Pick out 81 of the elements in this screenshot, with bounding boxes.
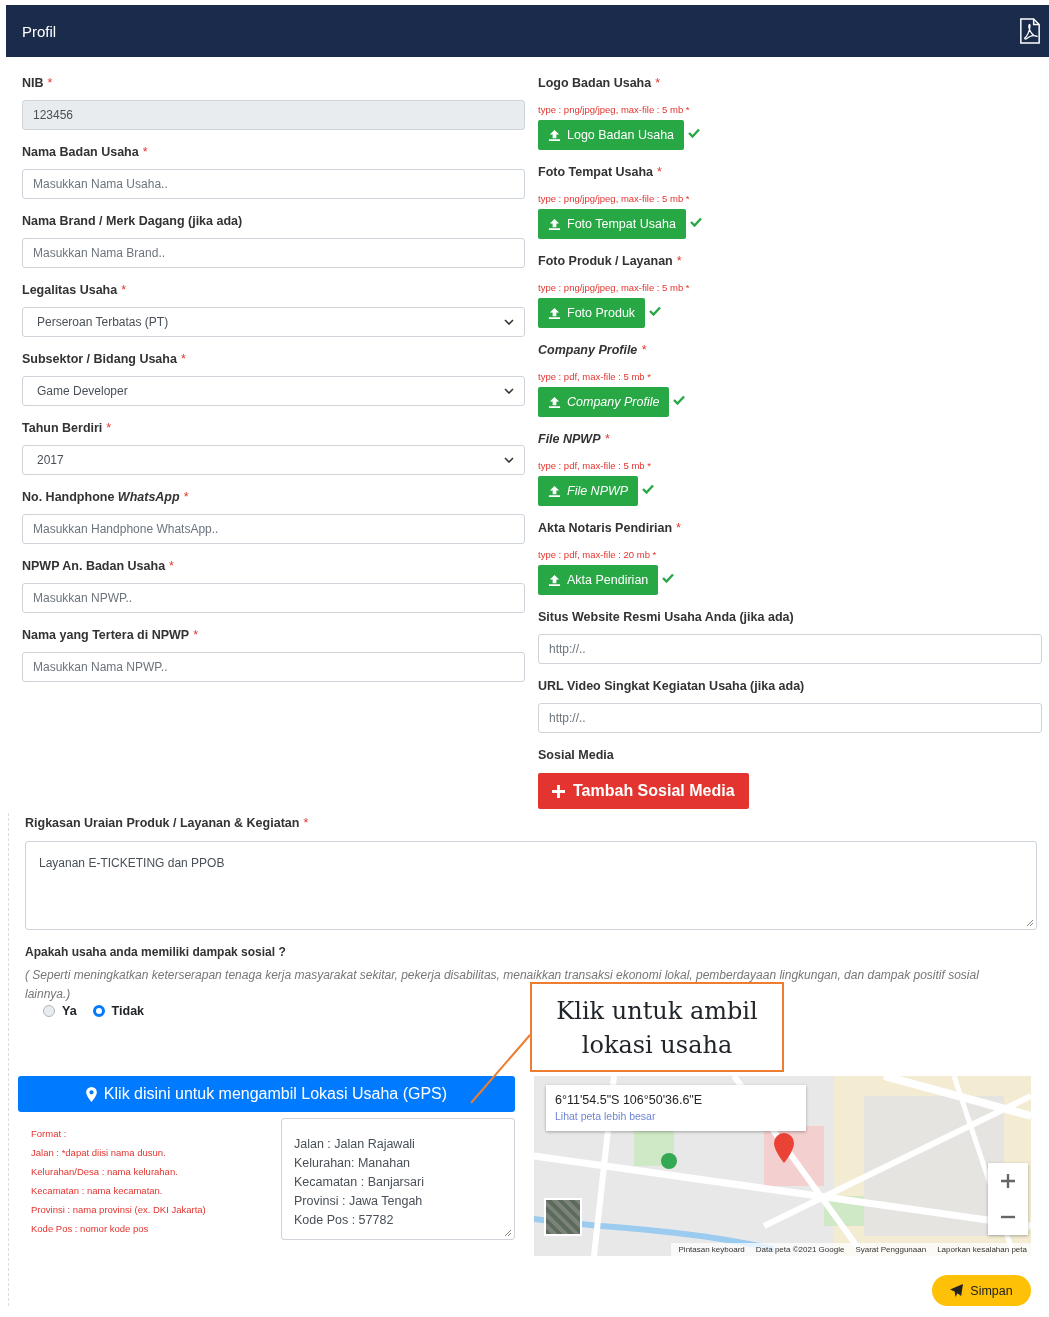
chevron-down-icon — [504, 319, 514, 325]
upload-button[interactable]: Akta Pendirian — [538, 565, 659, 595]
gps-location-button[interactable]: Klik disini untuk mengambil Lokasi Usaha (GPS) — [18, 1076, 515, 1112]
input-field[interactable]: Masukkan Handphone WhatsApp.. — [22, 514, 525, 544]
coordinates-text: 6°11'54.5"S 106°50'36.6"E — [555, 1093, 704, 1107]
format-hint: Kelurahan/Desa : nama kelurahan. — [31, 1165, 179, 1179]
select-field[interactable]: Perseroan Terbatas (PT) — [22, 307, 525, 337]
resize-handle-icon[interactable] — [1026, 919, 1034, 927]
description-field[interactable]: Layanan E-TICKETING dan PPOB — [25, 841, 1037, 930]
file-hint: type : pdf, max-file : 20 mb * — [538, 548, 658, 562]
file-hint: type : png/jpg/jpeg, max-file : 5 mb * — [538, 103, 691, 117]
input-field[interactable]: http://.. — [538, 634, 1042, 664]
input-field[interactable]: Masukkan Nama Usaha.. — [22, 169, 525, 199]
field-label: Nama Brand / Merk Dagang (jika ada) — [22, 213, 244, 230]
map-footer-link[interactable]: Pintasan keyboard — [678, 1245, 745, 1254]
input-field[interactable]: Masukkan Nama NPWP.. — [22, 652, 525, 682]
input-field[interactable]: Masukkan NPWP.. — [22, 583, 525, 613]
input-field[interactable]: Masukkan Nama Brand.. — [22, 238, 525, 268]
input-field[interactable]: http://.. — [538, 703, 1042, 733]
location-pin-icon — [85, 1086, 97, 1102]
field-label: Legalitas Usaha * — [22, 282, 128, 299]
save-button[interactable]: Simpan — [932, 1275, 1031, 1306]
field-label: Situs Website Resmi Usaha Anda (jika ada) — [538, 609, 795, 626]
field-label: Foto Produk / Layanan * — [538, 253, 683, 270]
upload-icon — [548, 484, 561, 498]
field-label: NPWP An. Badan Usaha * — [22, 558, 175, 575]
field-label: Company Profile * — [538, 342, 648, 359]
field-label: File NPWP * — [538, 431, 611, 448]
question-label: Apakah usaha anda memiliki dampak sosial ? — [25, 944, 287, 961]
field-label: Foto Tempat Usaha * — [538, 164, 663, 181]
field-label: Sosial Media — [538, 747, 615, 764]
upload-icon — [548, 573, 561, 587]
format-hint: Format : — [31, 1127, 68, 1141]
format-hint: Kecamatan : nama kecamatan. — [31, 1184, 164, 1198]
address-field[interactable]: Jalan : Jalan Rajawali Kelurahan: Manahan Kecamatan : Banjarsari Provinsi : Jawa Tengah Kode Pos : 57782 — [281, 1118, 515, 1240]
plus-icon — [1001, 1174, 1015, 1188]
file-hint: type : pdf, max-file : 5 mb * — [538, 459, 652, 473]
upload-icon — [548, 128, 561, 142]
file-hint: type : pdf, max-file : 5 mb * — [538, 370, 652, 384]
page-title: Profil — [22, 22, 57, 40]
pdf-icon[interactable] — [1019, 18, 1041, 44]
upload-button[interactable]: Logo Badan Usaha — [538, 120, 685, 150]
format-hint: Provinsi : nama provinsi (ex. DKI Jakarta) — [31, 1203, 206, 1217]
upload-button[interactable]: Foto Produk — [538, 298, 646, 328]
callout-box: Klik untuk ambil lokasi usaha — [530, 982, 784, 1072]
field-label: Nama Badan Usaha * — [22, 144, 149, 161]
field-label: Rigkasan Uraian Produk / Layanan & Kegiatan * — [25, 815, 310, 832]
file-hint: type : png/jpg/jpeg, max-file : 5 mb * — [538, 281, 691, 295]
upload-button[interactable]: Company Profile — [538, 387, 670, 417]
field-label: Tahun Berdiri * — [22, 420, 113, 437]
file-hint: type : png/jpg/jpeg, max-file : 5 mb * — [538, 192, 691, 206]
upload-button[interactable]: File NPWP — [538, 476, 639, 506]
upload-button[interactable]: Foto Tempat Usaha — [538, 209, 686, 239]
format-hint: Jalan : *dapat diisi nama dusun. — [31, 1146, 167, 1160]
field-label: NIB * — [22, 75, 54, 92]
upload-icon — [548, 217, 561, 231]
select-field[interactable]: Game Developer — [22, 376, 525, 406]
field-label: Logo Badan Usaha * — [538, 75, 662, 92]
field-label: Subsektor / Bidang Usaha * — [22, 351, 187, 368]
radio-option[interactable]: Tidak — [92, 1004, 145, 1018]
radio-option[interactable]: Ya — [43, 1004, 77, 1018]
map-footer-link[interactable]: Laporkan kesalahan peta — [937, 1245, 1027, 1254]
resize-handle-icon[interactable] — [504, 1229, 512, 1237]
format-hint: Kode Pos : nomor kode pos — [31, 1222, 150, 1236]
map-footer-link[interactable]: Data peta ©2021 Google — [755, 1245, 845, 1254]
field-label: No. Handphone WhatsApp * — [22, 489, 190, 506]
send-icon — [950, 1284, 964, 1297]
chevron-down-icon — [504, 457, 514, 463]
satellite-layer-toggle[interactable] — [544, 1198, 582, 1236]
field-label: Akta Notaris Pendirian * — [538, 520, 682, 537]
field-label: URL Video Singkat Kegiatan Usaha (jika ada) — [538, 678, 806, 695]
larger-map-link[interactable]: Lihat peta lebih besar — [555, 1110, 797, 1122]
upload-icon — [548, 395, 561, 409]
map-footer-link[interactable]: Syarat Penggunaan — [855, 1245, 927, 1254]
plus-icon — [552, 784, 565, 798]
zoom-in-button[interactable] — [988, 1163, 1028, 1199]
upload-icon — [548, 306, 561, 320]
select-field[interactable]: 2017 — [22, 445, 525, 475]
field-label: Nama yang Tertera di NPWP * — [22, 627, 200, 644]
add-social-media-button[interactable]: Tambah Sosial Media — [538, 773, 749, 809]
chevron-down-icon — [504, 388, 514, 394]
